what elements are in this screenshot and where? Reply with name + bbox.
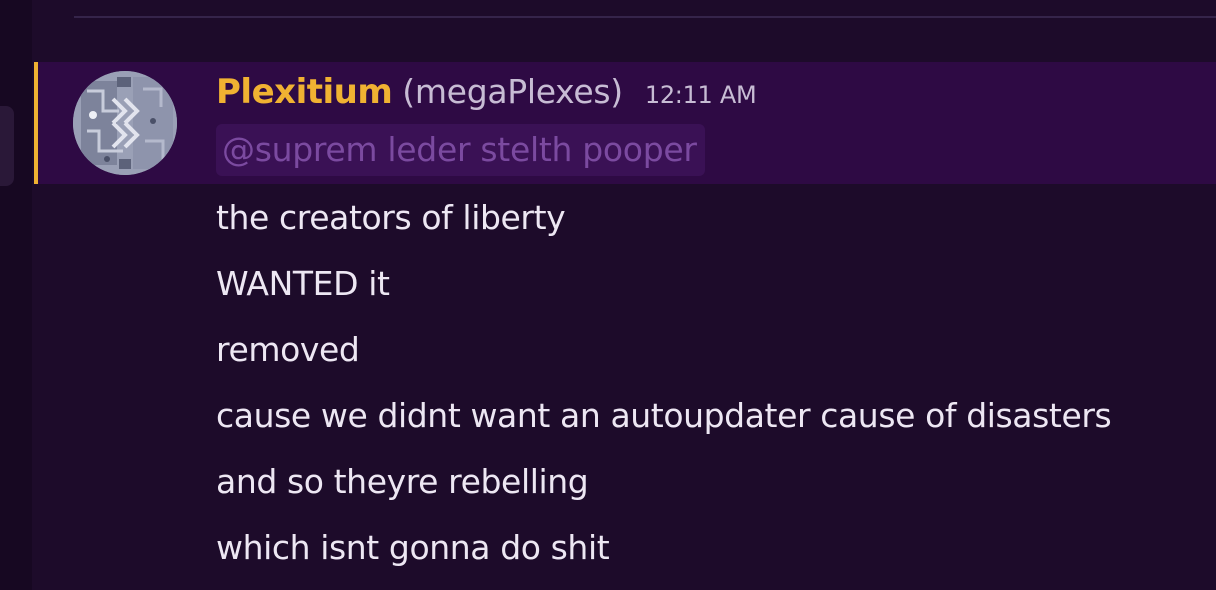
message-line: the creators of liberty — [216, 198, 566, 237]
user-mention[interactable]: @suprem leder stelth pooper — [216, 124, 705, 176]
author-display-name[interactable]: Plexitium — [216, 72, 393, 112]
chat-view: Plexitium (megaPlexes) 12:11 AM @suprem … — [0, 0, 1216, 590]
author-username[interactable]: (megaPlexes) — [402, 72, 623, 111]
server-rail — [0, 0, 32, 590]
message-line: removed — [216, 330, 360, 369]
message-group: the creators of liberty WANTED it remove… — [216, 191, 1206, 587]
message-timestamp[interactable]: 12:11 AM — [645, 81, 757, 109]
message-line: cause we didnt want an autoupdater cause… — [216, 396, 1112, 435]
avatar[interactable] — [73, 71, 177, 175]
mention-highlight-bar — [34, 62, 38, 184]
message-line: WANTED it — [216, 264, 390, 303]
message-line: and so theyre rebelling — [216, 462, 589, 501]
message-header: Plexitium (megaPlexes) 12:11 AM — [216, 72, 757, 120]
message-divider — [74, 16, 1216, 18]
message-line: which isnt gonna do shit — [216, 528, 610, 567]
circuit-board-avatar-icon — [73, 71, 177, 175]
server-rail-item[interactable] — [0, 106, 14, 186]
